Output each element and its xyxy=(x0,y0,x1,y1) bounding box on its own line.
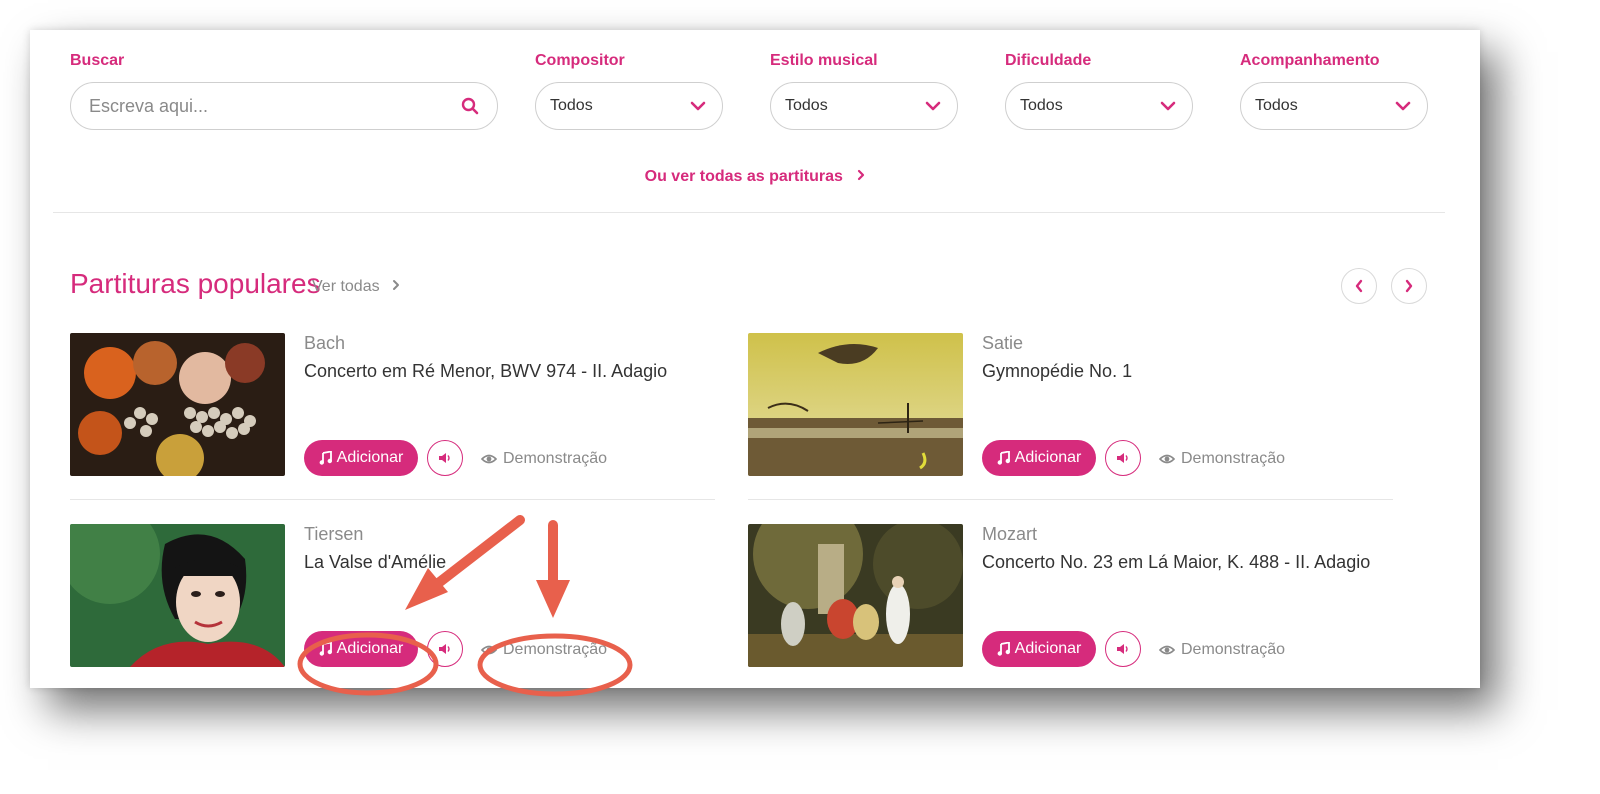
difficulty-select[interactable]: Todos xyxy=(1005,82,1193,130)
composer-select[interactable]: Todos xyxy=(535,82,723,130)
demo-link[interactable]: Demonstração xyxy=(481,641,607,659)
score-composer: Mozart xyxy=(982,524,1038,544)
score-card: Mozart Concerto No. 23 em Lá Maior, K. 4… xyxy=(748,524,1408,674)
demo-link[interactable]: Demonstração xyxy=(1159,450,1285,468)
carousel-prev-button[interactable] xyxy=(1341,268,1377,304)
composer-label: Compositor xyxy=(535,52,625,69)
score-composer: Tiersen xyxy=(304,524,364,544)
demo-label: Demonstração xyxy=(1181,641,1286,658)
accompaniment-select-value: Todos xyxy=(1255,97,1298,114)
composer-select-value: Todos xyxy=(550,97,593,114)
add-score-button[interactable]: Adicionar xyxy=(982,440,1096,476)
chevron-left-icon xyxy=(1355,279,1363,293)
speaker-icon xyxy=(1117,453,1128,463)
chevron-right-icon xyxy=(1405,279,1413,293)
chevron-down-icon xyxy=(1160,101,1176,111)
play-audio-button[interactable] xyxy=(427,440,463,476)
composer-filter: Compositor Todos xyxy=(535,52,723,130)
add-score-button[interactable]: Adicionar xyxy=(304,631,418,667)
chevron-right-icon xyxy=(392,278,400,296)
see-all-label: Ver todas xyxy=(312,278,380,295)
carousel-next-button[interactable] xyxy=(1391,268,1427,304)
score-browser-panel: Buscar Compositor Todos Estilo musical T… xyxy=(30,30,1480,688)
accompaniment-filter: Acompanhamento Todos xyxy=(1240,52,1428,130)
add-score-label: Adicionar xyxy=(336,640,404,657)
demo-link[interactable]: Demonstração xyxy=(481,450,607,468)
add-score-button[interactable]: Adicionar xyxy=(982,631,1096,667)
music-note-icon xyxy=(319,451,332,465)
add-score-label: Adicionar xyxy=(336,449,404,466)
speaker-icon xyxy=(439,644,450,654)
eye-icon xyxy=(481,454,497,464)
score-card: Bach Concerto em Ré Menor, BWV 974 - II.… xyxy=(70,333,730,483)
score-composer: Bach xyxy=(304,333,346,353)
chevron-down-icon xyxy=(925,101,941,111)
add-score-label: Adicionar xyxy=(1014,449,1082,466)
music-note-icon xyxy=(319,642,332,656)
style-select[interactable]: Todos xyxy=(770,82,958,130)
row-divider xyxy=(748,499,1393,500)
section-divider xyxy=(53,212,1445,213)
add-score-button[interactable]: Adicionar xyxy=(304,440,418,476)
style-filter: Estilo musical Todos xyxy=(770,52,958,130)
score-thumbnail[interactable] xyxy=(748,333,963,476)
score-card: Satie Gymnopédie No. 1 Adicionar Demonst… xyxy=(748,333,1408,483)
section-title: Partituras populares xyxy=(70,268,321,299)
see-all-scores-label: Ou ver todas as partituras xyxy=(644,168,843,185)
eye-icon xyxy=(1159,454,1175,464)
score-title[interactable]: La Valse d'Amélie xyxy=(304,552,446,573)
eye-icon xyxy=(1159,645,1175,655)
demo-label: Demonstração xyxy=(503,641,608,658)
demo-link[interactable]: Demonstração xyxy=(1159,641,1285,659)
accompaniment-select[interactable]: Todos xyxy=(1240,82,1428,130)
see-all-scores-link[interactable]: Ou ver todas as partituras xyxy=(30,168,1480,186)
demo-label: Demonstração xyxy=(1181,450,1286,467)
score-thumbnail[interactable] xyxy=(70,524,285,667)
demo-label: Demonstração xyxy=(503,450,608,467)
search-filter: Buscar xyxy=(70,52,498,130)
music-note-icon xyxy=(997,451,1010,465)
difficulty-filter: Dificuldade Todos xyxy=(1005,52,1193,130)
score-card: Tiersen La Valse d'Amélie Adicionar Demo… xyxy=(70,524,730,674)
score-composer: Satie xyxy=(982,333,1024,353)
score-title[interactable]: Concerto No. 23 em Lá Maior, K. 488 - II… xyxy=(982,552,1370,573)
difficulty-select-value: Todos xyxy=(1020,97,1063,114)
difficulty-label: Dificuldade xyxy=(1005,52,1092,69)
see-all-link[interactable]: Ver todas xyxy=(312,278,400,296)
play-audio-button[interactable] xyxy=(427,631,463,667)
eye-icon xyxy=(481,645,497,655)
play-audio-button[interactable] xyxy=(1105,440,1141,476)
search-label: Buscar xyxy=(70,52,125,69)
search-icon[interactable] xyxy=(461,97,479,115)
score-thumbnail[interactable] xyxy=(70,333,285,476)
accompaniment-label: Acompanhamento xyxy=(1240,52,1380,69)
score-title[interactable]: Concerto em Ré Menor, BWV 974 - II. Adag… xyxy=(304,361,667,382)
play-audio-button[interactable] xyxy=(1105,631,1141,667)
chevron-down-icon xyxy=(690,101,706,111)
speaker-icon xyxy=(1117,644,1128,654)
score-thumbnail[interactable] xyxy=(748,524,963,667)
style-select-value: Todos xyxy=(785,97,828,114)
music-note-icon xyxy=(997,642,1010,656)
search-input[interactable] xyxy=(89,95,449,117)
chevron-right-icon xyxy=(857,168,865,186)
add-score-label: Adicionar xyxy=(1014,640,1082,657)
chevron-down-icon xyxy=(1395,101,1411,111)
search-field[interactable] xyxy=(70,82,498,130)
row-divider xyxy=(70,499,715,500)
score-title[interactable]: Gymnopédie No. 1 xyxy=(982,361,1132,382)
style-label: Estilo musical xyxy=(770,52,878,69)
speaker-icon xyxy=(439,453,450,463)
